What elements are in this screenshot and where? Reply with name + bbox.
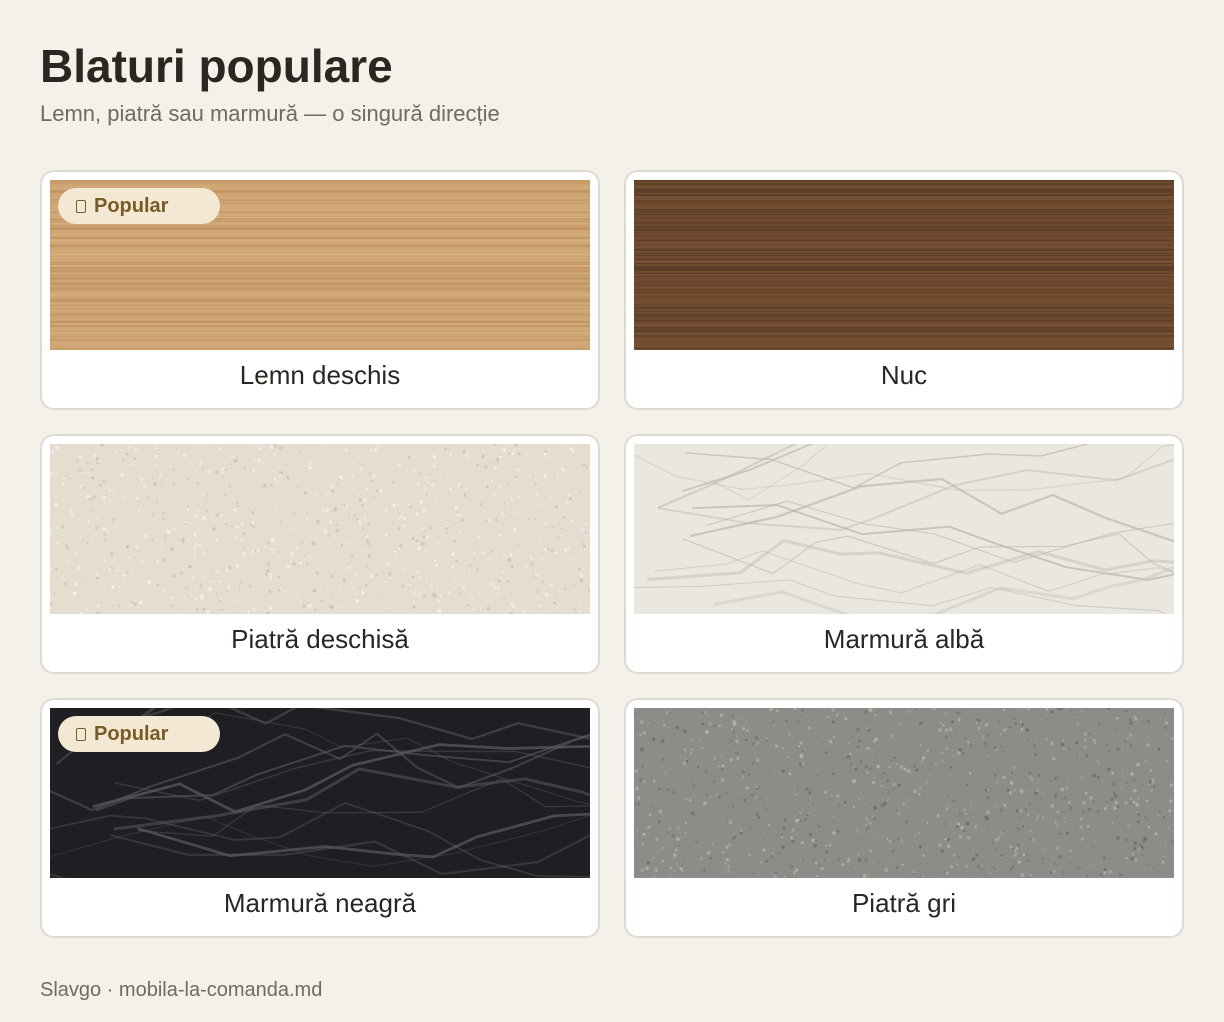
card-label: Lemn deschis: [239, 360, 401, 390]
badge-icon: [76, 199, 86, 213]
countertop-card-piatra-gri[interactable]: Piatră gri: [624, 698, 1184, 938]
badge-label: Popular: [94, 194, 169, 217]
footer-credit: Slavgo · mobila-la-comanda.md: [40, 979, 323, 1001]
countertop-card-marmura-neagra[interactable]: Popular Marmură neagră: [40, 698, 600, 938]
texture-swatch: [634, 708, 1174, 878]
page-subtitle: Lemn, piatră sau marmură — o singură dir…: [40, 101, 500, 126]
card-label: Piatră deschisă: [231, 624, 409, 654]
card-label: Marmură neagră: [223, 888, 417, 918]
popular-badge: Popular: [58, 716, 220, 752]
card-label: Marmură albă: [823, 624, 985, 654]
texture-swatch: [634, 180, 1174, 350]
countertop-grid: Popular Lemn deschis Nuc Piatră deschisă…: [40, 170, 1184, 938]
countertop-card-nuc[interactable]: Nuc: [624, 170, 1184, 410]
badge-label: Popular: [94, 722, 169, 745]
texture-swatch: [50, 444, 590, 614]
popular-badge: Popular: [58, 188, 220, 224]
countertop-card-piatra-deschisa[interactable]: Piatră deschisă: [40, 434, 600, 674]
page-title: Blaturi populare: [40, 40, 393, 92]
badge-icon: [76, 727, 86, 741]
texture-swatch: [634, 444, 1174, 614]
card-label: Nuc: [880, 360, 928, 390]
countertop-card-lemn-deschis[interactable]: Popular Lemn deschis: [40, 170, 600, 410]
countertop-card-marmura-alba[interactable]: Marmură albă: [624, 434, 1184, 674]
card-label: Piatră gri: [851, 888, 957, 918]
